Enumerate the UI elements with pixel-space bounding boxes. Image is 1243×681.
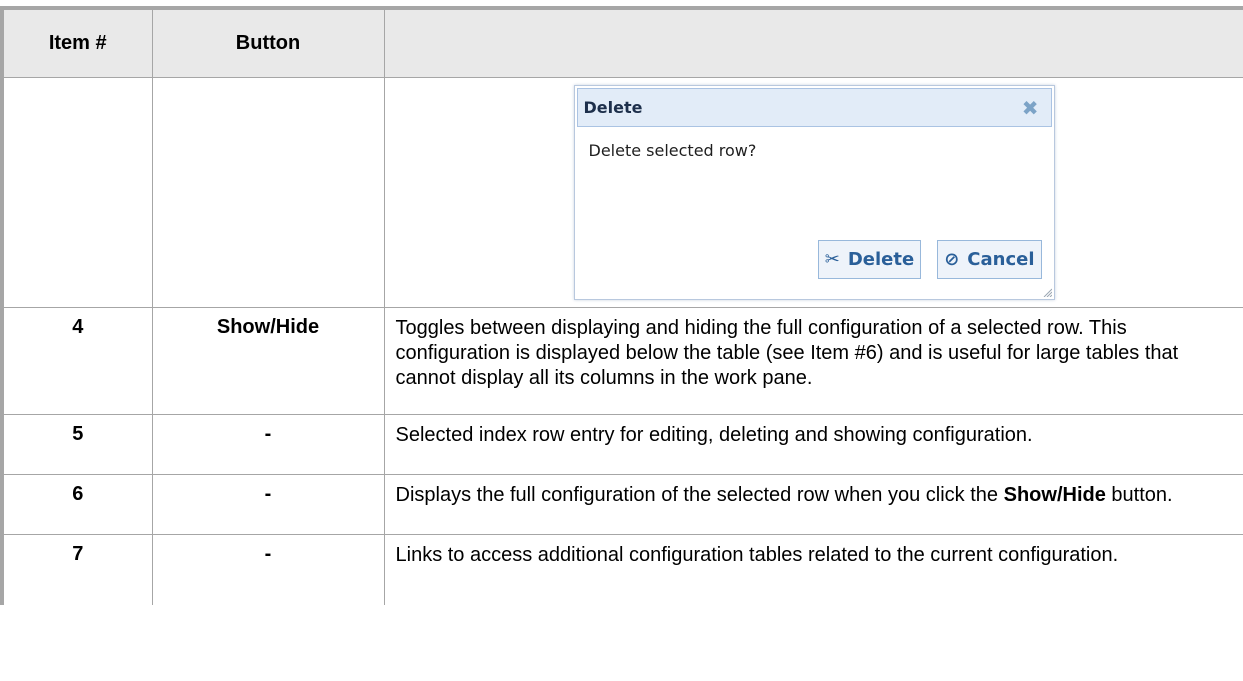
description-cell: Links to access additional configuration…	[383, 534, 1243, 605]
dialog-message: Delete selected row?	[588, 141, 757, 160]
cancel-icon: ⊘	[944, 249, 960, 270]
table-row: 6 - Displays the full configuration of t…	[0, 474, 1243, 535]
item-cell: 6	[0, 474, 153, 535]
delete-button-label: Delete	[847, 249, 915, 270]
resize-grip-icon[interactable]	[1042, 287, 1052, 297]
table-row: 4 Show/Hide Toggles between displaying a…	[0, 307, 1243, 415]
table-row: 7 - Links to access additional configura…	[0, 534, 1243, 605]
dialog-screenshot-cell: Delete ✖ Delete selected row? ✂ Delete ⊘…	[383, 77, 1243, 308]
delete-button[interactable]: ✂ Delete	[817, 240, 922, 279]
description-text: Displays the full configuration of the s…	[395, 484, 1004, 506]
description-cell: Toggles between displaying and hiding th…	[383, 307, 1243, 415]
item-cell: 7	[0, 534, 153, 605]
dialog-title: Delete	[583, 98, 643, 117]
header-item: Item #	[0, 6, 153, 78]
header-description	[383, 6, 1243, 78]
delete-dialog: Delete ✖ Delete selected row? ✂ Delete ⊘…	[573, 85, 1055, 300]
description-cell: Selected index row entry for editing, de…	[383, 414, 1243, 475]
item-cell	[0, 77, 153, 308]
button-cell: -	[151, 414, 385, 475]
button-cell: -	[151, 534, 385, 605]
table-row: Delete ✖ Delete selected row? ✂ Delete ⊘…	[0, 77, 1243, 308]
header-button: Button	[151, 6, 385, 78]
dialog-title-bar: Delete ✖	[576, 88, 1052, 127]
button-cell	[151, 77, 385, 308]
scissors-icon: ✂	[824, 249, 840, 270]
cancel-button[interactable]: ⊘ Cancel	[937, 240, 1042, 279]
button-cell: -	[151, 474, 385, 535]
item-cell: 5	[0, 414, 153, 475]
cancel-button-label: Cancel	[967, 249, 1035, 270]
description-bold: Show/Hide	[1003, 484, 1106, 506]
button-cell: Show/Hide	[151, 307, 385, 415]
description-cell: Displays the full configuration of the s…	[383, 474, 1243, 535]
dialog-buttons: ✂ Delete ⊘ Cancel	[817, 240, 1042, 279]
close-icon[interactable]: ✖	[1022, 98, 1039, 118]
table-row: 5 - Selected index row entry for editing…	[0, 414, 1243, 475]
description-table: Item # Button Delete ✖ Delete selected r…	[0, 6, 1243, 605]
table-header-row: Item # Button	[0, 6, 1243, 78]
description-text: button.	[1105, 484, 1173, 506]
item-cell: 4	[0, 307, 153, 415]
